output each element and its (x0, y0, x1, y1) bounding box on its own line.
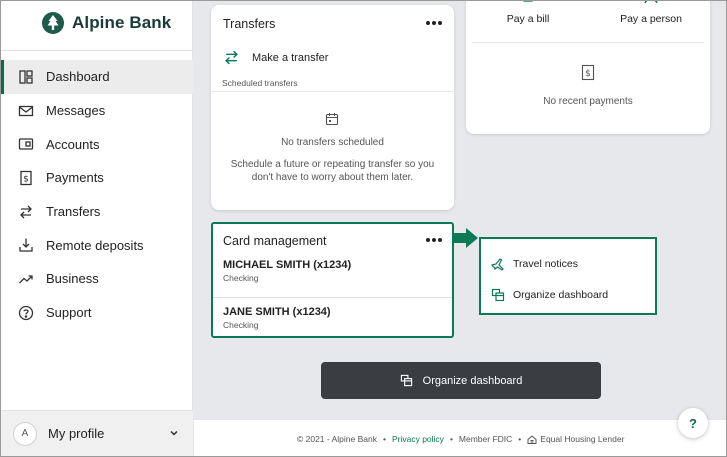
account-type: Checking (223, 273, 259, 283)
card-title: Transfers (223, 17, 276, 31)
sidebar-nav: Dashboard Messages Accounts $ Payments T… (1, 60, 193, 330)
footer-links: © 2021 - Alpine Bank • Privacy policy • … (297, 434, 624, 444)
sidebar-item-messages[interactable]: Messages (1, 94, 193, 128)
calendar-icon (325, 113, 339, 126)
organize-icon (491, 288, 505, 302)
separator: • (449, 434, 453, 444)
divider (211, 91, 454, 92)
account-name: JANE SMITH (x1234) (223, 306, 331, 318)
divider (213, 297, 452, 298)
empty-state-title: No recent payments (543, 96, 633, 107)
list-item[interactable]: JANE SMITH (x1234) Checking (223, 306, 331, 330)
sidebar-item-payments[interactable]: $ Payments (1, 161, 193, 195)
options-menu: Travel notices Organize dashboard (479, 237, 657, 315)
sidebar-item-support[interactable]: Support (1, 296, 193, 330)
empty-state-title: No transfers scheduled (281, 137, 384, 148)
accounts-icon (18, 136, 34, 152)
sidebar-item-label: Messages (46, 103, 106, 119)
sidebar-item-label: Business (46, 271, 99, 287)
brand-name: Alpine Bank (72, 13, 172, 32)
empty-state-description: Schedule a future or repeating transfer … (230, 159, 435, 183)
avatar: A (13, 421, 37, 446)
sidebar-item-business[interactable]: Business (1, 262, 193, 296)
envelope-icon (18, 103, 34, 119)
question-circle-icon (18, 305, 34, 321)
menu-item-label: Travel notices (513, 258, 578, 270)
transfers-card: Transfers Make a transfer Scheduled tran… (211, 5, 454, 210)
profile-menu[interactable]: A My profile (1, 410, 193, 456)
sidebar-item-label: Transfers (46, 204, 101, 220)
transfer-arrows-icon (18, 204, 34, 220)
profile-label: My profile (48, 426, 105, 441)
organize-dashboard-label: Organize dashboard (422, 374, 523, 387)
organize-icon (400, 374, 412, 387)
sidebar-item-label: Support (46, 305, 92, 321)
menu-item-label: Organize dashboard (513, 289, 609, 301)
list-item[interactable]: MICHAEL SMITH (x1234) Checking (223, 259, 351, 283)
equal-housing-lender: Equal Housing Lender (540, 434, 625, 444)
account-type: Checking (223, 320, 259, 330)
payments-card: Pay a bill Pay a person $ No recent paym… (466, 1, 710, 134)
dollar-receipt-icon: $ (18, 170, 34, 186)
dollar-receipt-icon: $ (581, 64, 595, 81)
sidebar: Alpine Bank Dashboard Messages Accounts … (1, 1, 193, 456)
svg-text:$: $ (585, 69, 591, 79)
separator: • (382, 434, 386, 444)
pay-person-label: Pay a person (620, 13, 682, 25)
pay-bill-label: Pay a bill (506, 13, 550, 25)
equal-housing-icon (527, 434, 537, 444)
copyright: © 2021 - Alpine Bank (297, 434, 377, 444)
help-button[interactable]: ? (678, 408, 708, 438)
sidebar-item-transfers[interactable]: Transfers (1, 195, 193, 229)
make-transfer-link[interactable]: Make a transfer (223, 49, 328, 66)
sidebar-item-dashboard[interactable]: Dashboard (1, 60, 193, 94)
account-name: MICHAEL SMITH (x1234) (223, 259, 352, 271)
sidebar-item-label: Remote deposits (46, 237, 144, 253)
svg-text:$: $ (23, 174, 29, 184)
more-options-icon[interactable] (426, 21, 442, 25)
brand-logo[interactable]: Alpine Bank (41, 11, 171, 35)
member-fdic: Member FDIC (458, 434, 513, 444)
trend-icon (18, 271, 34, 287)
sidebar-item-remote-deposits[interactable]: Remote deposits (1, 228, 193, 262)
organize-dashboard-button[interactable]: Organize dashboard (321, 362, 601, 399)
transfer-arrows-icon (225, 50, 238, 65)
footer: © 2021 - Alpine Bank • Privacy policy • … (194, 419, 726, 456)
sidebar-item-label: Accounts (46, 136, 100, 152)
app-window: Alpine Bank Dashboard Messages Accounts … (0, 0, 727, 457)
arrow-right-icon (454, 228, 478, 248)
card-title: Card management (223, 234, 327, 248)
make-transfer-label: Make a transfer (252, 51, 329, 64)
person-icon (644, 1, 658, 4)
privacy-policy-link[interactable]: Privacy policy (392, 434, 444, 444)
bill-icon (523, 1, 533, 2)
divider (1, 50, 193, 51)
card-management-card: Card management MICHAEL SMITH (x1234) Ch… (211, 222, 454, 338)
more-options-icon[interactable] (426, 238, 442, 242)
scheduled-transfers-label: Scheduled transfers (222, 78, 298, 88)
deposit-icon (18, 237, 34, 253)
sidebar-item-label: Payments (46, 170, 104, 186)
chevron-down-icon (170, 430, 178, 436)
divider (472, 42, 704, 43)
sidebar-item-accounts[interactable]: Accounts (1, 127, 193, 161)
separator: • (518, 434, 522, 444)
menu-item-organize-dashboard[interactable]: Organize dashboard (491, 288, 608, 302)
menu-item-travel-notices[interactable]: Travel notices (491, 257, 578, 271)
tree-logo-icon (42, 12, 64, 34)
dashboard-icon (18, 69, 34, 85)
plane-icon (491, 258, 504, 271)
sidebar-item-label: Dashboard (46, 69, 110, 85)
